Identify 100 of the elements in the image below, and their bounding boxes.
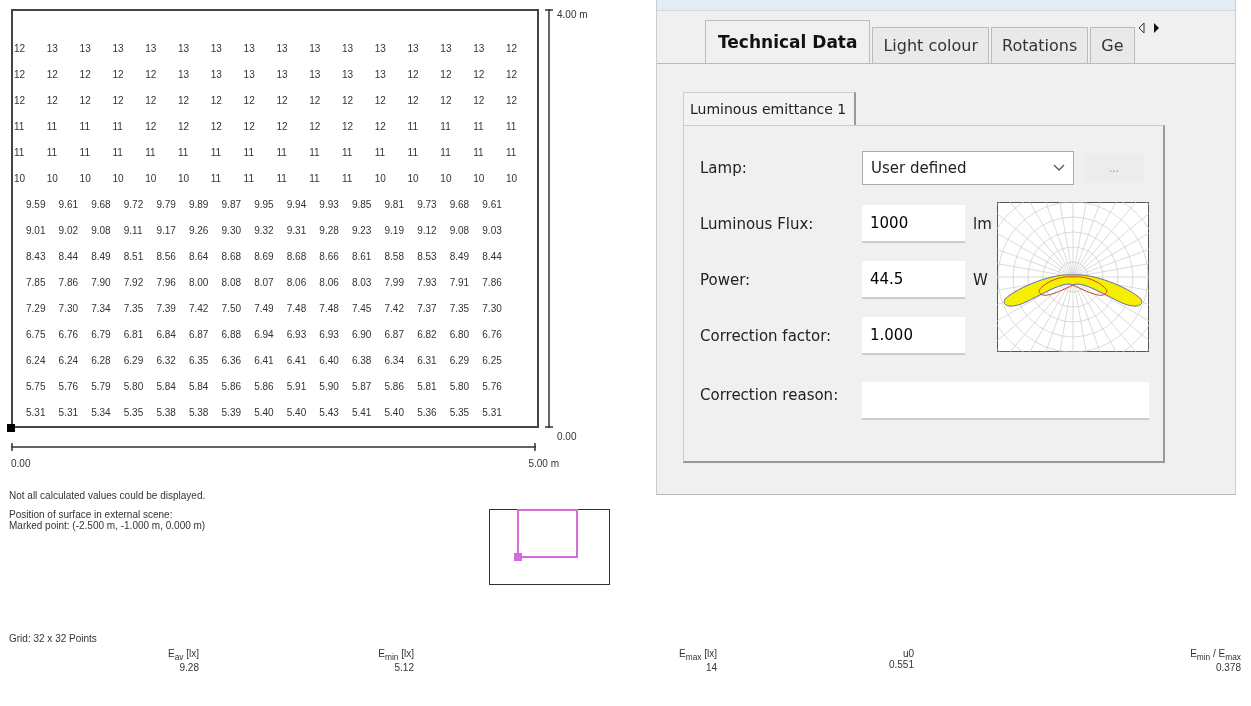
- origin-marker: [7, 424, 15, 432]
- illuminance-value: 6.87: [384, 328, 405, 340]
- illuminance-value: 12: [505, 42, 519, 54]
- illuminance-value: 12: [341, 120, 355, 132]
- illuminance-value: 8.08: [221, 276, 243, 288]
- tab[interactable]: Luminous emittance 1: [683, 92, 857, 125]
- illuminance-value: 11: [145, 146, 157, 158]
- illuminance-value: 8.51: [123, 250, 145, 262]
- illuminance-value: 9.30: [221, 224, 243, 236]
- illuminance-value: 7.30: [482, 302, 503, 314]
- illuminance-value: 12: [473, 68, 486, 80]
- illuminance-value: 6.93: [319, 328, 340, 340]
- illuminance-value: 7.30: [58, 302, 80, 314]
- illuminance-value: 11: [407, 120, 419, 132]
- illuminance-value: 7.93: [417, 276, 438, 288]
- illuminance-value: 12: [341, 94, 355, 106]
- illuminance-value: 13: [178, 68, 191, 80]
- illuminance-value: 11: [341, 172, 354, 184]
- illuminance-value: 6.29: [123, 354, 145, 366]
- illuminance-value: 11: [46, 146, 59, 158]
- illuminance-value: 10: [374, 172, 387, 184]
- illuminance-value: 9.17: [156, 224, 177, 236]
- axis-label: 0.00: [557, 431, 578, 442]
- input-field[interactable]: [862, 382, 1149, 420]
- illuminance-value: 9.61: [58, 198, 80, 210]
- input-field[interactable]: 44.5: [862, 261, 965, 299]
- metric-value: 5.12: [394, 662, 414, 673]
- illuminance-value: 12: [309, 120, 322, 132]
- illuminance-value: 13: [276, 42, 289, 54]
- illuminance-value: 9.61: [482, 198, 503, 210]
- illuminance-value: 5.35: [449, 406, 471, 418]
- illuminance-value: 9.95: [254, 198, 275, 210]
- illuminance-value: 12: [145, 120, 158, 132]
- illuminance-value: 11: [112, 146, 124, 158]
- illuminance-value: 6.24: [26, 354, 47, 366]
- illuminance-value: 7.39: [156, 302, 177, 314]
- illuminance-value: 12: [276, 120, 289, 132]
- illuminance-value: 6.76: [58, 328, 80, 340]
- illuminance-value: 13: [440, 42, 453, 54]
- illuminance-value: 5.43: [319, 406, 340, 418]
- illuminance-value: 9.28: [319, 224, 340, 236]
- tab[interactable]: Ge: [1090, 27, 1135, 63]
- illuminance-value: 8.06: [286, 276, 308, 288]
- illuminance-value: 11: [14, 146, 26, 158]
- tab[interactable]: Rotations: [991, 27, 1089, 63]
- illuminance-value: 12: [407, 94, 420, 106]
- position-title: Position of surface in external scene:: [9, 509, 174, 520]
- illuminance-value: 13: [374, 68, 387, 80]
- illuminance-value: 8.68: [286, 250, 308, 262]
- illuminance-value: 8.07: [254, 276, 275, 288]
- illuminance-value: 5.38: [156, 406, 177, 418]
- input-field[interactable]: 1000: [862, 205, 965, 243]
- field-label: Lamp:: [700, 159, 748, 177]
- illuminance-value: 8.61: [351, 250, 373, 262]
- illuminance-value: 11: [243, 146, 255, 158]
- illuminance-value: 12: [112, 68, 125, 80]
- illuminance-value: 5.36: [417, 406, 438, 418]
- illuminance-value: 11: [178, 146, 190, 158]
- metric-value: 0.378: [1215, 662, 1241, 673]
- illuminance-value: 6.94: [254, 328, 275, 340]
- illuminance-value: 11: [505, 120, 518, 132]
- input-field[interactable]: 1.000: [862, 317, 965, 355]
- field-label: Correction reason:: [700, 386, 840, 404]
- illuminance-value: 6.79: [91, 328, 112, 340]
- illuminance-value: 5.31: [58, 406, 80, 418]
- illuminance-value: 5.76: [482, 380, 503, 392]
- note-text: Not all calculated values could be displayed.: [9, 490, 207, 501]
- illuminance-value: 11: [505, 146, 518, 158]
- illuminance-value: 6.41: [254, 354, 275, 366]
- illuminance-value: 5.39: [221, 406, 243, 418]
- illuminance-value: 12: [505, 94, 519, 106]
- illuminance-value: 9.68: [449, 198, 471, 210]
- tab[interactable]: Technical Data: [705, 20, 871, 63]
- illuminance-value: 12: [440, 68, 453, 80]
- illuminance-value: 6.35: [188, 354, 210, 366]
- illuminance-value: 9.59: [26, 198, 47, 210]
- tab[interactable]: Light colour: [872, 27, 989, 63]
- illuminance-value: 5.38: [188, 406, 210, 418]
- tab-scroll-icon[interactable]: [1136, 21, 1161, 35]
- illuminance-value: 12: [473, 94, 486, 106]
- illuminance-value: 11: [243, 172, 255, 184]
- illuminance-value: 5.31: [482, 406, 503, 418]
- lamp-dropdown[interactable]: User defined: [862, 151, 1074, 185]
- illuminance-value: 7.34: [91, 302, 112, 314]
- illuminance-value: 10: [178, 172, 191, 184]
- illuminance-value: 7.42: [188, 302, 210, 314]
- illuminance-value: 7.86: [58, 276, 80, 288]
- illuminance-value: 11: [112, 120, 124, 132]
- illuminance-value: 6.80: [449, 328, 471, 340]
- illuminance-value: 5.40: [254, 406, 275, 418]
- illuminance-value: 7.91: [449, 276, 471, 288]
- illuminance-value: 5.80: [449, 380, 471, 392]
- illuminance-value: 11: [14, 120, 26, 132]
- illuminance-value: 9.79: [156, 198, 177, 210]
- illuminance-value: 6.76: [482, 328, 503, 340]
- illuminance-value: 9.01: [26, 224, 47, 236]
- illuminance-value: 8.00: [188, 276, 210, 288]
- illuminance-value: 12: [178, 120, 191, 132]
- illuminance-value: 9.87: [221, 198, 243, 210]
- illuminance-value: 7.37: [417, 302, 438, 314]
